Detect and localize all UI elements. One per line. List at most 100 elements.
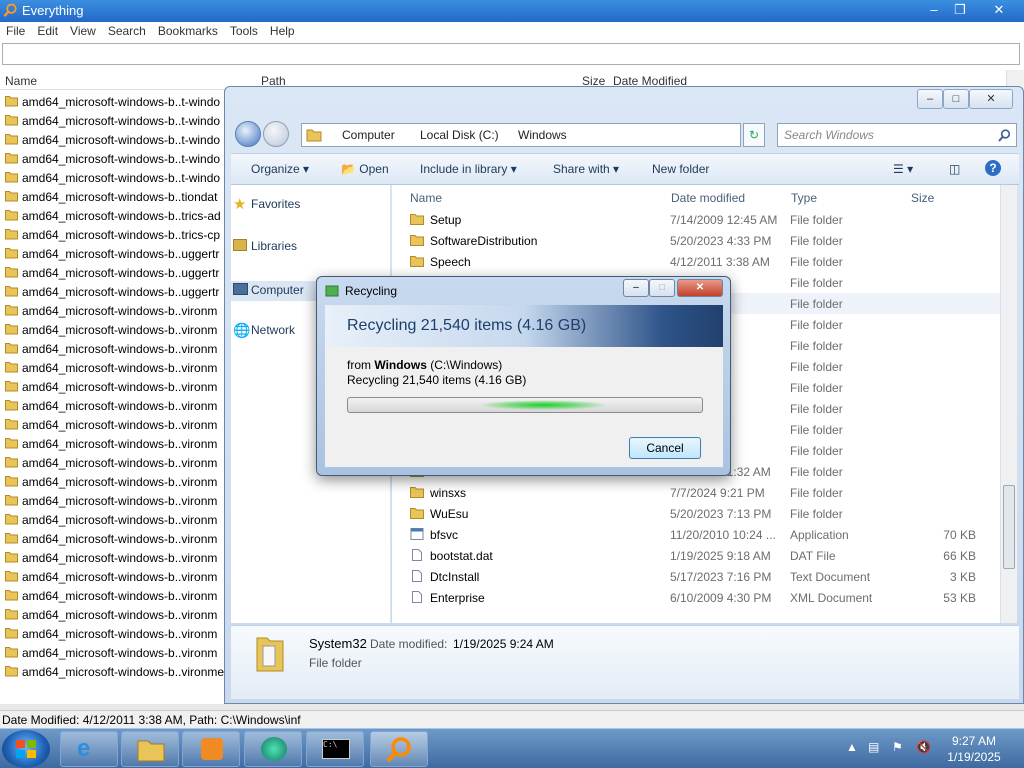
column-type[interactable]: Type — [791, 191, 817, 205]
dialog-body: from Windows (C:\Windows) Recycling 21,5… — [325, 347, 723, 467]
list-item[interactable]: winsxs 7/7/2024 9:21 PM File folder — [392, 482, 1000, 503]
dialog-minimize-button[interactable]: – — [623, 279, 649, 297]
view-options-icon[interactable]: ☰ ▾ — [893, 162, 913, 176]
folder-icon — [5, 286, 18, 297]
explorer-maximize-button[interactable]: □ — [943, 89, 969, 109]
taskbar-media-player[interactable] — [182, 731, 240, 767]
app-icon — [261, 737, 287, 761]
volume-muted-icon[interactable]: 🔇 — [916, 740, 931, 754]
details-date-value: 1/19/2025 9:24 AM — [453, 637, 554, 651]
list-item[interactable]: Setup 7/14/2009 12:45 AM File folder — [392, 209, 1000, 230]
row-name: amd64_microsoft-windows-b..vironm — [22, 456, 218, 470]
column-size[interactable]: Size — [911, 191, 934, 205]
list-item[interactable]: Speech 4/12/2011 3:38 AM File folder — [392, 251, 1000, 272]
cancel-button[interactable]: Cancel — [629, 437, 701, 459]
clock[interactable]: 9:27 AM 1/19/2025 — [944, 733, 1004, 765]
row-name: amd64_microsoft-windows-b..t-windo — [22, 133, 221, 147]
nav-favorites[interactable]: ★ Favorites — [233, 196, 300, 213]
breadcrumb-computer[interactable]: Computer — [342, 128, 395, 142]
close-button[interactable]: ✕ — [984, 0, 1014, 20]
nav-libraries[interactable]: Libraries — [233, 239, 297, 253]
search-icon[interactable] — [998, 129, 1011, 142]
folder-icon — [5, 267, 18, 278]
file-icon — [412, 591, 422, 603]
item-date: 5/17/2023 7:16 PM — [670, 570, 772, 584]
menu-file[interactable]: File — [0, 22, 31, 38]
network-icon: 🌐 — [233, 322, 251, 338]
explorer-search-input[interactable]: Search Windows — [777, 123, 1017, 147]
menu-help[interactable]: Help — [264, 22, 301, 38]
list-item[interactable]: Enterprise 6/10/2009 4:30 PM XML Document 5… — [392, 587, 1000, 608]
folder-icon — [5, 153, 18, 164]
detail-line: Recycling 21,540 items (4.16 GB) — [347, 373, 527, 387]
details-date-label: Date modified: — [370, 637, 448, 651]
organize-button[interactable]: Organize ▾ — [251, 162, 309, 176]
list-item[interactable]: WuEsu 5/20/2023 7:13 PM File folder — [392, 503, 1000, 524]
taskbar-explorer[interactable] — [121, 731, 179, 767]
column-name[interactable]: Name — [5, 74, 37, 88]
help-icon[interactable]: ? — [985, 160, 1001, 176]
explorer-close-button[interactable]: ✕ — [969, 89, 1013, 109]
folder-icon — [5, 457, 18, 468]
menu-view[interactable]: View — [64, 22, 102, 38]
taskbar-command-prompt[interactable]: C:\ — [306, 731, 364, 767]
menu-bookmarks[interactable]: Bookmarks — [152, 22, 224, 38]
breadcrumb-local-disk[interactable]: Local Disk (C:) — [420, 128, 499, 142]
nav-network[interactable]: 🌐 Network — [233, 322, 295, 338]
taskbar-app[interactable] — [244, 731, 302, 767]
item-date: 4/12/2011 3:38 AM — [670, 255, 770, 269]
folder-icon — [5, 381, 18, 392]
refresh-icon[interactable]: ↻ — [743, 123, 765, 147]
explorer-minimize-button[interactable]: – — [917, 89, 943, 109]
list-item[interactable]: bfsvc 11/20/2010 10:24 ... Application 70 K… — [392, 524, 1000, 545]
row-name: amd64_microsoft-windows-b..vironm — [22, 361, 218, 375]
row-name: amd64_microsoft-windows-b..vironm — [22, 323, 218, 337]
row-name: amd64_microsoft-windows-b..vironm — [22, 342, 218, 356]
share-with-button[interactable]: Share with ▾ — [553, 162, 619, 176]
show-hidden-icons[interactable]: ▲ — [846, 740, 858, 754]
taskbar-internet-explorer[interactable]: e — [60, 731, 118, 767]
folder-icon — [410, 235, 424, 246]
scrollbar-thumb[interactable] — [1003, 485, 1015, 569]
maximize-button[interactable]: ❐ — [946, 0, 974, 20]
dialog-banner: Recycling 21,540 items (4.16 GB) — [325, 305, 723, 347]
breadcrumb-windows[interactable]: Windows — [518, 128, 567, 142]
folder-icon — [5, 400, 18, 411]
menu-search[interactable]: Search — [102, 22, 152, 38]
dialog-close-button[interactable]: ✕ — [677, 279, 723, 297]
row-name: amd64_microsoft-windows-b..vironm — [22, 304, 218, 318]
network-tray-icon[interactable]: ▤ — [868, 740, 879, 754]
computer-icon — [233, 283, 248, 295]
new-folder-button[interactable]: New folder — [652, 162, 709, 176]
open-button[interactable]: 📂 Open — [341, 162, 389, 176]
start-button[interactable] — [2, 730, 50, 768]
progress-bar — [347, 397, 703, 413]
address-bar[interactable]: Computer Local Disk (C:) Windows — [301, 123, 741, 147]
everything-search-input[interactable] — [2, 43, 1020, 65]
menu-edit[interactable]: Edit — [31, 22, 64, 38]
taskbar-everything[interactable] — [370, 731, 428, 767]
preview-pane-icon[interactable]: ◫ — [949, 162, 960, 176]
folder-icon — [5, 229, 18, 240]
column-date-modified[interactable]: Date modified — [671, 191, 745, 205]
action-center-flag-icon[interactable]: ⚑ — [892, 740, 903, 754]
minimize-button[interactable]: – — [920, 0, 948, 20]
folder-icon — [137, 740, 165, 762]
row-name: amd64_microsoft-windows-b..vironm — [22, 437, 218, 451]
forward-arrow-icon[interactable] — [263, 121, 289, 147]
back-arrow-icon[interactable] — [235, 121, 261, 147]
menu-tools[interactable]: Tools — [224, 22, 264, 38]
item-type: Text Document — [790, 570, 871, 584]
include-in-library-button[interactable]: Include in library ▾ — [420, 162, 517, 176]
folder-icon — [5, 438, 18, 449]
explorer-vertical-scrollbar[interactable] — [1000, 185, 1017, 623]
list-item[interactable]: DtcInstall 5/17/2023 7:16 PM Text Document… — [392, 566, 1000, 587]
item-date: 1/19/2025 9:18 AM — [670, 549, 771, 563]
row-name: amd64_microsoft-windows-b..vironm — [22, 399, 218, 413]
column-name[interactable]: Name — [410, 191, 442, 205]
list-item[interactable]: SoftwareDistribution 5/20/2023 4:33 PM Fil… — [392, 230, 1000, 251]
item-type: File folder — [790, 297, 843, 311]
item-type: File folder — [790, 444, 843, 458]
item-type: Application — [790, 528, 849, 542]
list-item[interactable]: bootstat.dat 1/19/2025 9:18 AM DAT File 66 … — [392, 545, 1000, 566]
